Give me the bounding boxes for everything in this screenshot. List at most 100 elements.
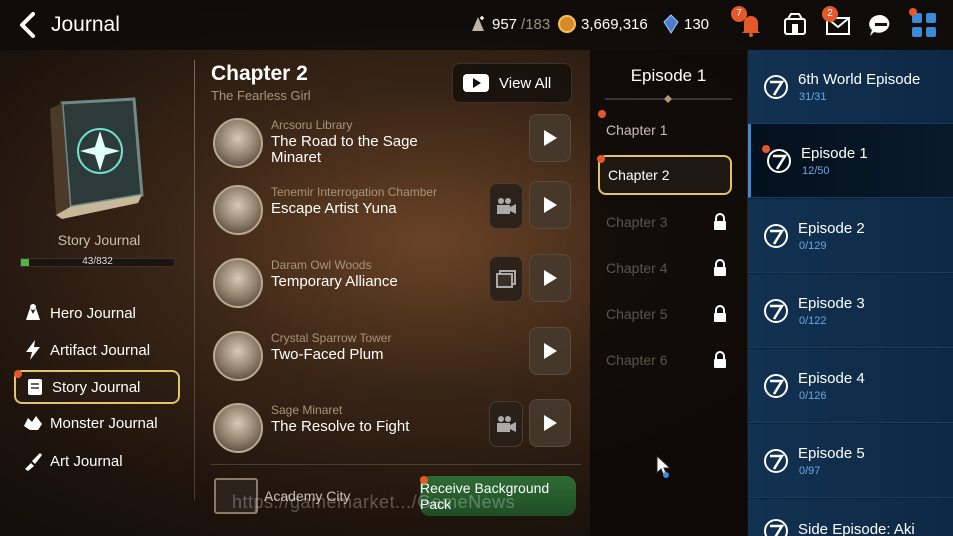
chapter-title: Chapter 2 [211, 62, 308, 85]
replay-video-button[interactable] [489, 183, 523, 229]
chapter-label: Chapter 4 [606, 260, 668, 276]
episode-location: Arcsoru Library [271, 118, 353, 132]
play-button[interactable] [529, 254, 571, 302]
movie-camera-icon [497, 198, 516, 214]
episode-name: The Road to the Sage Minaret [271, 133, 418, 166]
panel-divider [194, 60, 195, 500]
story-journal-label: Story Journal [57, 232, 141, 248]
nav-label: Artifact Journal [50, 341, 151, 359]
nav-artifact-journal[interactable]: Artifact Journal [14, 333, 180, 367]
episode-item[interactable]: 6th World Episode 31/31 [748, 50, 953, 124]
video-play-icon [463, 74, 489, 92]
episode-item[interactable]: Episode 3 0/122 [748, 274, 953, 348]
hero-icon [26, 304, 40, 320]
nav-monster-journal[interactable]: Monster Journal [14, 406, 180, 440]
play-button[interactable] [529, 114, 571, 162]
crystal-value: 130 [684, 15, 710, 33]
episode-item[interactable]: Episode 5 0/97 [748, 424, 953, 498]
stamina-max: /183 [521, 15, 551, 33]
episode-row[interactable]: Tenemir Interrogation Chamber Escape Art… [211, 181, 581, 243]
episode-count: 31/31 [799, 91, 827, 103]
stamina-icon [472, 16, 484, 31]
play-button[interactable] [529, 181, 571, 229]
nav-story-journal[interactable]: Story Journal [14, 370, 180, 404]
replay-video-button[interactable] [489, 401, 523, 447]
episode-row[interactable]: Daram Owl Woods Temporary Alliance [211, 254, 581, 316]
character-avatar [213, 331, 263, 381]
play-icon [544, 415, 557, 431]
episode-item[interactable]: Side Episode: Aki [748, 499, 953, 536]
chapter-item[interactable]: Chapter 6 [598, 340, 732, 380]
lock-icon [714, 305, 726, 322]
episode-row[interactable]: Crystal Sparrow Tower Two-Faced Plum [211, 327, 581, 389]
episode-name: Episode 1 [801, 145, 868, 162]
view-all-button[interactable]: View All [452, 63, 572, 103]
header-ornament [605, 95, 732, 103]
episode-name: Episode 3 [798, 295, 865, 312]
episode-emblem-icon [764, 224, 788, 248]
play-icon [544, 197, 557, 213]
crystal-counter[interactable]: 130 [662, 14, 709, 34]
page-title: Journal [51, 13, 120, 36]
play-button[interactable] [529, 399, 571, 447]
episode-item[interactable]: Episode 4 0/126 [748, 349, 953, 423]
episode-row[interactable]: Sage Minaret The Resolve to Fight [211, 399, 581, 461]
mouse-cursor-icon [656, 455, 672, 478]
nav-label: Story Journal [52, 378, 141, 396]
nav-label: Monster Journal [50, 414, 158, 432]
chapter-item-selected[interactable]: Chapter 2 [598, 155, 732, 195]
monster-icon [24, 416, 42, 430]
episode-name: 6th World Episode [798, 71, 921, 88]
chapter-subtitle: The Fearless Girl [211, 88, 311, 103]
episode-item[interactable]: Episode 2 0/129 [748, 199, 953, 273]
stamina-counter[interactable]: 957/183 [468, 14, 550, 34]
story-journal-book-icon [50, 97, 144, 219]
watermark: https://gamemarket.../GameNews [232, 492, 516, 512]
episode-name: Side Episode: Aki [798, 521, 915, 536]
mail-badge: 2 [822, 6, 838, 22]
chapter-item[interactable]: Chapter 3 [598, 202, 732, 242]
gold-counter[interactable]: 3,669,316 [557, 14, 648, 34]
episode-name: The Resolve to Fight [271, 418, 410, 435]
chapter-label: Chapter 5 [606, 306, 668, 322]
episode-name: Escape Artist Yuna [271, 200, 397, 217]
character-avatar [213, 258, 263, 308]
episode-row[interactable]: Arcsoru Library The Road to the Sage Min… [211, 114, 581, 176]
episode-name: Two-Faced Plum [271, 346, 384, 363]
episode-name: Episode 5 [798, 445, 865, 462]
chapter-label: Chapter 3 [606, 214, 668, 230]
episode-location: Sage Minaret [271, 403, 343, 417]
chapter-list-header: Episode 1 [630, 66, 707, 85]
play-button[interactable] [529, 327, 571, 375]
back-arrow-icon[interactable] [14, 10, 44, 40]
play-icon [544, 130, 557, 146]
footer-divider [211, 464, 581, 465]
character-avatar [213, 118, 263, 168]
character-avatar [213, 185, 263, 235]
story-journal-notification-dot [14, 370, 22, 378]
episode-location: Daram Owl Woods [271, 258, 372, 272]
episode-location: Crystal Sparrow Tower [271, 331, 392, 345]
artifact-lightning-icon [26, 340, 40, 360]
journal-progress-text: 43/832 [82, 256, 113, 267]
chapter-notification-dot [597, 155, 605, 163]
illustration-button[interactable] [489, 256, 523, 302]
art-brush-icon [25, 453, 42, 471]
nav-label: Hero Journal [50, 304, 136, 322]
episode-emblem-icon [764, 75, 788, 99]
episode-item-selected[interactable]: Episode 1 12/50 [748, 124, 953, 198]
chat-icon[interactable] [866, 10, 896, 40]
chapter-item[interactable]: Chapter 1 [598, 110, 732, 150]
episode-name: Temporary Alliance [271, 273, 398, 290]
chapter-item[interactable]: Chapter 5 [598, 294, 732, 334]
chapter-label: Chapter 6 [606, 352, 668, 368]
episode-location: Tenemir Interrogation Chamber [271, 185, 438, 199]
gold-value: 3,669,316 [581, 15, 648, 33]
episode-count: 0/129 [799, 240, 827, 252]
guild-icon[interactable] [780, 10, 810, 40]
chapter-item[interactable]: Chapter 4 [598, 248, 732, 288]
menu-notification-dot [909, 8, 917, 16]
episode-emblem-icon [764, 519, 788, 536]
nav-art-journal[interactable]: Art Journal [14, 444, 180, 478]
nav-hero-journal[interactable]: Hero Journal [14, 296, 180, 330]
